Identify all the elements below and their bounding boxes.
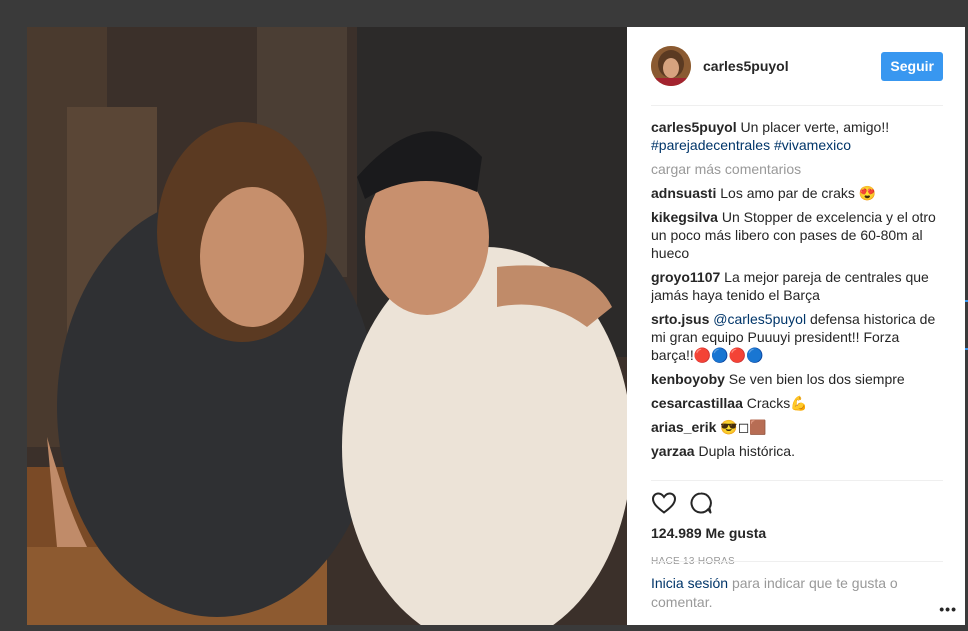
follow-button[interactable]: Seguir bbox=[881, 51, 943, 81]
post-header: carles5puyol Seguir bbox=[651, 27, 943, 106]
caption-text: Un placer verte, amigo!! bbox=[740, 119, 890, 135]
comment-username[interactable]: groyo1107 bbox=[651, 269, 720, 285]
comment-username[interactable]: kenboyoby bbox=[651, 371, 725, 387]
post-side-panel: carles5puyol Seguir carles5puyol Un plac… bbox=[627, 27, 965, 625]
post-modal: carles5puyol Seguir carles5puyol Un plac… bbox=[27, 27, 965, 625]
comment-item: cesarcastillaa Cracks💪 bbox=[651, 394, 943, 412]
more-dots-icon[interactable]: ••• bbox=[939, 601, 957, 617]
comment-username[interactable]: cesarcastillaa bbox=[651, 395, 743, 411]
comment-item: kenboyoby Se ven bien los dos siempre bbox=[651, 370, 943, 388]
comments-list[interactable]: carles5puyol Un placer verte, amigo!! #p… bbox=[651, 106, 943, 480]
comment-text: Cracks💪 bbox=[746, 395, 808, 411]
load-more-comments[interactable]: cargar más comentarios bbox=[651, 160, 943, 178]
header-username[interactable]: carles5puyol bbox=[703, 58, 789, 74]
comment-item: adnsuasti Los amo par de craks 😍 bbox=[651, 184, 943, 202]
post-photo[interactable] bbox=[27, 27, 627, 625]
comment-username[interactable]: srto.jsus bbox=[651, 311, 709, 327]
comment-item: srto.jsus @carles5puyol defensa historic… bbox=[651, 310, 943, 364]
comment-text: Se ven bien los dos siempre bbox=[728, 371, 905, 387]
comment-text: 😎◻🟫 bbox=[720, 419, 767, 435]
heart-icon[interactable] bbox=[651, 491, 677, 520]
comment-item: groyo1107 La mejor pareja de centrales q… bbox=[651, 268, 943, 304]
caption-hashtags[interactable]: #parejadecentrales #vivamexico bbox=[651, 137, 851, 153]
comment-item: yarzaa Dupla histórica. bbox=[651, 442, 943, 460]
comment-username[interactable]: yarzaa bbox=[651, 443, 695, 459]
comment-icon[interactable] bbox=[689, 491, 713, 520]
comment-username[interactable]: kikegsilva bbox=[651, 209, 718, 225]
comment-item: arias_erik 😎◻🟫 bbox=[651, 418, 943, 436]
comment-text: Los amo par de craks 😍 bbox=[720, 185, 877, 201]
comment-mention[interactable]: @carles5puyol bbox=[713, 311, 806, 327]
caption: carles5puyol Un placer verte, amigo!! #p… bbox=[651, 118, 943, 154]
avatar[interactable] bbox=[651, 46, 691, 86]
caption-username[interactable]: carles5puyol bbox=[651, 119, 737, 135]
login-link[interactable]: Inicia sesión bbox=[651, 575, 728, 591]
action-bar bbox=[651, 480, 943, 529]
login-prompt: Inicia sesión para indicar que te gusta … bbox=[651, 561, 943, 612]
comment-username[interactable]: adnsuasti bbox=[651, 185, 716, 201]
comment-text: Dupla histórica. bbox=[698, 443, 795, 459]
likes-count[interactable]: 124.989 Me gusta bbox=[651, 525, 943, 541]
comment-username[interactable]: arias_erik bbox=[651, 419, 716, 435]
comment-item: kikegsilva Un Stopper de excelencia y el… bbox=[651, 208, 943, 262]
